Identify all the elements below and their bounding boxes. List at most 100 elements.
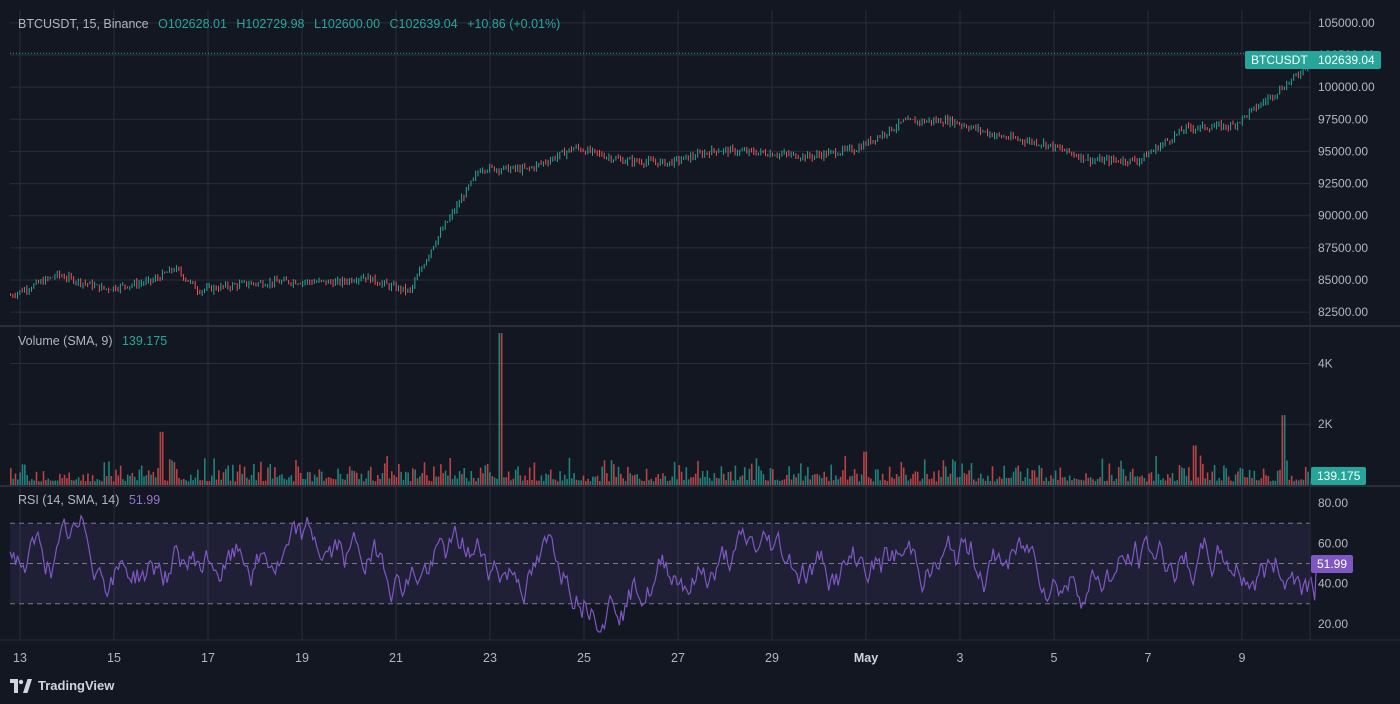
volume-bar xyxy=(891,477,893,485)
volume-bar xyxy=(755,458,758,485)
volume-bar xyxy=(24,464,26,485)
volume-bar xyxy=(122,479,124,485)
volume-bar xyxy=(900,461,903,485)
volume-bar xyxy=(596,475,599,485)
volume-bar xyxy=(676,479,678,485)
volume-bar xyxy=(164,480,166,485)
volume-bar xyxy=(1122,469,1125,485)
volume-bar xyxy=(1124,475,1127,485)
volume-bar xyxy=(493,477,496,485)
symbol-label[interactable]: BTCUSDT, 15, Binance xyxy=(18,17,149,31)
volume-bar xyxy=(173,462,176,485)
x-tick-label: 19 xyxy=(295,651,309,665)
volume-bar xyxy=(442,473,445,485)
volume-bar xyxy=(152,471,155,485)
volume-bar xyxy=(358,479,360,485)
volume-bar xyxy=(283,478,286,485)
volume-tick-label: 2K xyxy=(1318,417,1333,431)
volume-bar xyxy=(430,481,433,485)
volume-bar xyxy=(584,481,587,485)
volume-bar xyxy=(489,472,491,485)
volume-bar xyxy=(1052,478,1055,485)
chart-canvas[interactable]: 131517192123252729May3579105000.00102500… xyxy=(0,0,1400,704)
tradingview-logo[interactable]: TradingView xyxy=(10,678,114,693)
volume-bar xyxy=(970,463,973,485)
volume-bar xyxy=(1230,480,1232,485)
volume-bar xyxy=(1176,480,1178,485)
volume-bar xyxy=(68,472,71,485)
volume-bar xyxy=(1164,480,1167,485)
volume-bar xyxy=(1255,480,1258,485)
volume-bar xyxy=(666,481,669,485)
volume-bar xyxy=(1066,480,1069,485)
volume-bar xyxy=(12,478,14,485)
volume-bar xyxy=(56,480,59,485)
volume-bar xyxy=(601,466,603,485)
volume-bar xyxy=(937,470,940,485)
rsi-indicator-name[interactable]: RSI (14, SMA, 14) xyxy=(18,493,119,507)
volume-bar xyxy=(1195,445,1197,485)
volume-bar xyxy=(325,478,328,485)
volume-bar xyxy=(189,474,192,485)
volume-bar xyxy=(26,475,28,485)
volume-bar xyxy=(750,463,753,485)
volume-bar xyxy=(683,479,685,485)
volume-bar xyxy=(1019,471,1022,485)
volume-bar xyxy=(713,473,716,485)
volume-bar xyxy=(1272,480,1274,485)
volume-bar xyxy=(390,471,393,485)
volume-bar xyxy=(334,479,337,485)
volume-bar xyxy=(655,477,657,485)
volume-bar xyxy=(779,480,781,485)
volume-bar xyxy=(697,460,699,485)
volume-bar xyxy=(486,463,489,485)
volume-bar xyxy=(49,480,52,485)
volume-bar xyxy=(353,470,356,485)
x-tick-label: May xyxy=(854,651,878,665)
volume-bar xyxy=(1012,471,1015,485)
volume-bar xyxy=(627,466,629,485)
volume-bar xyxy=(458,471,461,485)
volume-bar xyxy=(860,474,863,485)
volume-bar xyxy=(38,481,40,485)
volume-bar xyxy=(66,477,68,485)
volume-bar xyxy=(451,478,454,485)
volume-bar xyxy=(218,470,220,485)
volume-bar xyxy=(774,480,776,485)
volume-bar xyxy=(1113,481,1115,485)
volume-bar xyxy=(1045,477,1048,485)
volume-bar xyxy=(426,475,428,485)
volume-bar xyxy=(994,481,996,485)
volume-bar xyxy=(1101,458,1104,485)
volume-bar xyxy=(1082,480,1085,485)
change-value: +10.86 (+0.01%) xyxy=(467,17,561,31)
volume-bar xyxy=(440,464,442,485)
rsi-tick-label: 20.00 xyxy=(1318,617,1348,631)
volume-bar xyxy=(201,480,204,485)
volume-bar xyxy=(89,481,92,485)
volume-indicator-name[interactable]: Volume (SMA, 9) xyxy=(18,334,112,348)
volume-bar xyxy=(582,475,585,485)
volume-bar xyxy=(568,457,571,485)
volume-bar xyxy=(1227,476,1230,485)
volume-bar xyxy=(192,480,194,485)
volume-bar xyxy=(797,473,800,485)
volume-bar xyxy=(1050,475,1052,485)
volume-bar xyxy=(1181,467,1183,485)
volume-bar xyxy=(1258,480,1260,485)
volume-bar xyxy=(816,473,818,485)
volume-bar xyxy=(222,472,225,485)
volume-bar xyxy=(405,471,407,485)
volume-bar xyxy=(437,476,440,485)
volume-bar xyxy=(699,478,702,485)
volume-bar xyxy=(1302,479,1305,485)
volume-bar xyxy=(1220,480,1223,485)
price-legend: BTCUSDT, 15, Binance O102628.01 H102729.… xyxy=(18,17,566,31)
volume-bar xyxy=(1286,460,1288,485)
volume-bar xyxy=(1008,477,1010,485)
volume-bar xyxy=(748,468,751,485)
volume-bar xyxy=(276,476,279,485)
volume-bar xyxy=(722,473,725,485)
volume-bar xyxy=(463,468,466,485)
volume-bar xyxy=(313,474,316,485)
